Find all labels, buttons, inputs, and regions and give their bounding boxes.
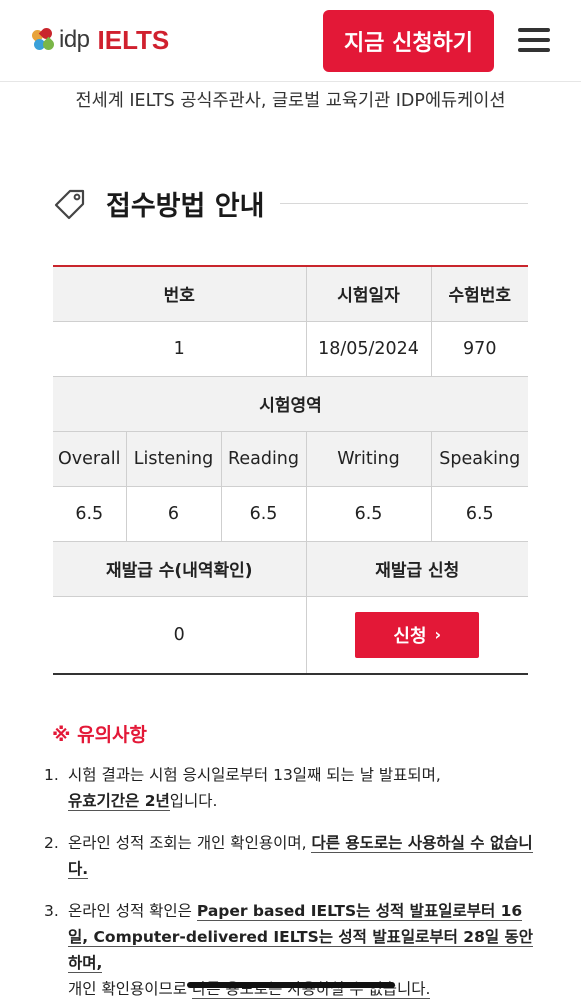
reissue-apply-label: 신청 <box>393 625 427 647</box>
cell-reissue-count: 0 <box>53 595 307 675</box>
note-text: 입니다. <box>169 792 218 810</box>
score-speaking: 6.5 <box>430 485 528 542</box>
reissue-apply-button[interactable]: 신청 › <box>355 611 480 658</box>
header-speaking: Speaking <box>430 430 528 487</box>
logo-idp-text: idp <box>59 26 90 53</box>
header-test-date: 시험일자 <box>305 265 432 322</box>
tagline: 전세계 IELTS 공식주관사, 글로벌 교육기관 IDP에듀케이션 <box>75 91 506 111</box>
logo-ielts-text: IELTS <box>97 24 170 55</box>
site-header: idp IELTS 지금 신청하기 <box>0 0 581 82</box>
tag-icon <box>54 189 85 220</box>
cell-reissue-apply: 신청 › <box>305 595 528 675</box>
cell-test-date: 18/05/2024 <box>305 320 432 377</box>
header-reissue-apply: 재발급 신청 <box>305 540 528 597</box>
score-overall: 6.5 <box>53 485 127 542</box>
notes-list: 1. 시험 결과는 시험 응시일로부터 13일째 되는 날 발표되며, 유효기간… <box>44 762 534 1000</box>
note-text: 시험 결과는 시험 응시일로부터 13일째 되는 날 발표되며, <box>68 766 441 784</box>
apply-now-button[interactable]: 지금 신청하기 <box>323 10 494 72</box>
cell-number: 1 <box>53 320 307 377</box>
note-emphasis: 유효기간은 2년 <box>68 792 170 811</box>
score-reading: 6.5 <box>220 485 307 542</box>
score-table: 번호 시험일자 수험번호 1 18/05/2024 970 시험영역 Overa… <box>53 265 528 675</box>
header-overall: Overall <box>53 430 127 487</box>
chevron-right-icon: › <box>434 625 442 645</box>
note-item: 2. 온라인 성적 조회는 개인 확인용이며, 다른 용도로는 사용하실 수 없… <box>44 830 534 882</box>
note-number: 2. <box>44 834 59 852</box>
score-writing: 6.5 <box>305 485 432 542</box>
header-reading: Reading <box>220 430 307 487</box>
header-listening: Listening <box>125 430 222 487</box>
note-text: 개인 확인용이므로 <box>68 980 192 998</box>
header-number: 번호 <box>53 265 307 322</box>
header-writing: Writing <box>305 430 432 487</box>
cell-candidate-number: 970 <box>430 320 528 377</box>
section-title: 접수방법 안내 <box>106 190 265 222</box>
section-header: 접수방법 안내 <box>52 180 528 226</box>
note-text: 온라인 성적 조회는 개인 확인용이며, <box>68 834 312 852</box>
idp-ielts-logo[interactable]: idp IELTS <box>29 24 170 56</box>
note-item: 1. 시험 결과는 시험 응시일로부터 13일째 되는 날 발표되며, 유효기간… <box>44 762 534 814</box>
notes-title: ※ 유의사항 <box>52 724 148 746</box>
note-number: 1. <box>44 766 59 784</box>
section-divider <box>280 202 528 204</box>
score-listening: 6 <box>125 485 222 542</box>
header-test-areas: 시험영역 <box>53 375 528 432</box>
hamburger-menu-icon[interactable] <box>518 28 550 52</box>
header-candidate-number: 수험번호 <box>430 265 528 322</box>
note-number: 3. <box>44 902 59 920</box>
note-text: 온라인 성적 확인은 <box>68 902 197 920</box>
idp-logo-mark-icon <box>29 25 57 53</box>
header-reissue-count: 재발급 수(내역확인) <box>53 540 307 597</box>
home-indicator[interactable] <box>187 982 395 988</box>
